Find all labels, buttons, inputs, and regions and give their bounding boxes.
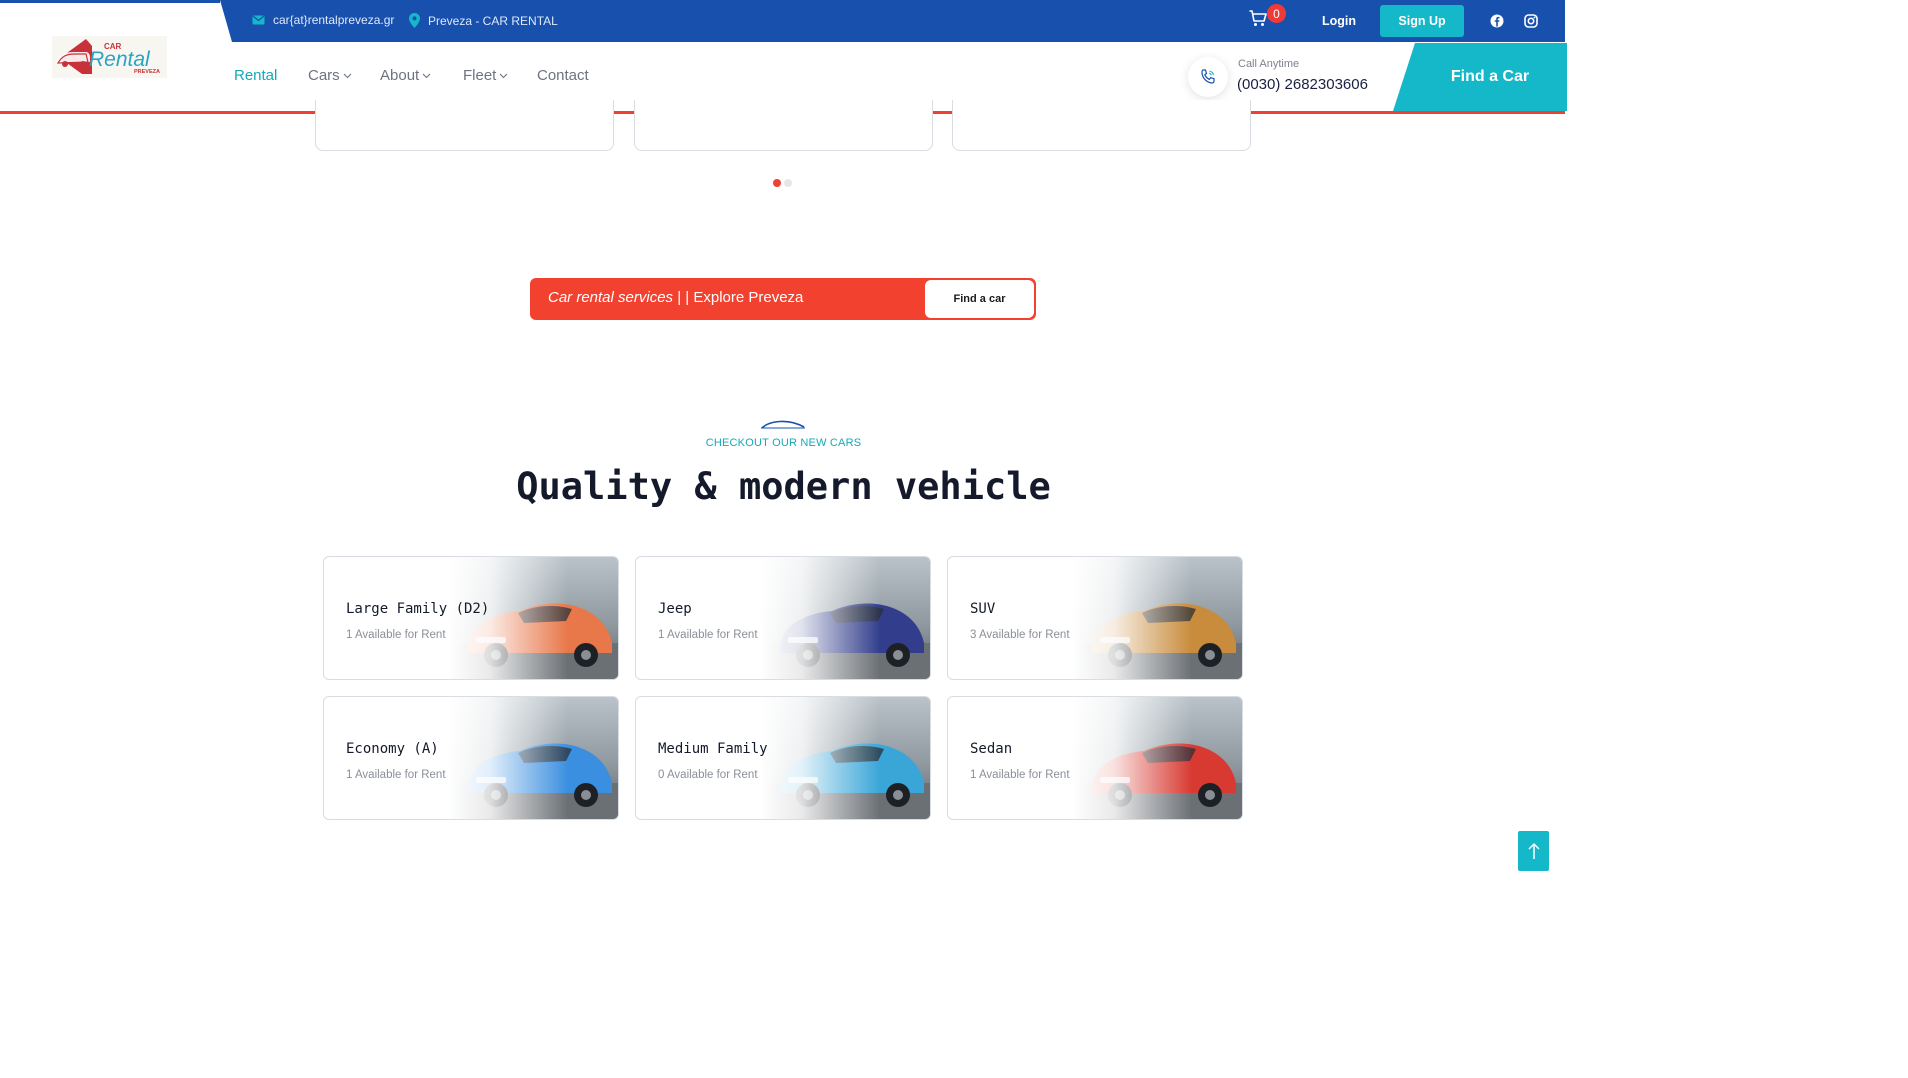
- nav-about-label: About: [380, 67, 420, 84]
- nav-about[interactable]: About: [380, 67, 431, 84]
- chevron-down-icon: [343, 73, 352, 79]
- category-availability: 1 Available for Rent: [658, 629, 758, 641]
- nav-contact-label: Contact: [537, 67, 589, 84]
- category-availability: 3 Available for Rent: [970, 629, 1070, 641]
- card-image-fade: [1072, 697, 1192, 819]
- review-card: [315, 100, 614, 151]
- nav-rental[interactable]: Rental: [234, 67, 277, 84]
- category-name: Sedan: [970, 741, 1013, 757]
- call-phone-number[interactable]: (0030) 2682303606: [1237, 76, 1368, 93]
- card-image-fade: [760, 557, 880, 679]
- call-anytime-label: Call Anytime: [1238, 58, 1300, 70]
- nav-cars[interactable]: Cars: [308, 67, 352, 84]
- card-image-fade: [760, 697, 880, 819]
- category-card[interactable]: Sedan 1 Available for Rent: [947, 696, 1243, 820]
- card-image-fade: [448, 697, 568, 819]
- car-silhouette-icon: [761, 420, 805, 429]
- category-card[interactable]: Medium Family 0 Available for Rent: [635, 696, 931, 820]
- promo-find-car-button[interactable]: Find a car: [925, 280, 1034, 318]
- topbar-email[interactable]: car{at}rentalpreveza.gr: [252, 13, 394, 27]
- nav-rental-label: Rental: [234, 67, 278, 84]
- review-card: [634, 100, 933, 151]
- card-image-fade: [1072, 557, 1192, 679]
- category-name: Medium Family: [658, 741, 768, 757]
- card-image-fade: [448, 557, 568, 679]
- promo-italic-text: Car rental services: [548, 289, 674, 306]
- section-title: Quality & modern vehicle: [516, 465, 1051, 508]
- svg-text:Rental: Rental: [89, 48, 151, 71]
- cart-button[interactable]: [1249, 10, 1269, 30]
- cart-count-badge: 0: [1267, 4, 1286, 23]
- login-link[interactable]: Login: [1322, 14, 1356, 28]
- carousel-dot[interactable]: [784, 179, 792, 187]
- category-availability: 1 Available for Rent: [346, 629, 446, 641]
- map-pin-icon: [409, 13, 420, 28]
- scroll-to-top-button[interactable]: [1518, 831, 1549, 871]
- category-name: Large Family (D2): [346, 601, 490, 617]
- svg-text:PREVEZA: PREVEZA: [134, 69, 160, 75]
- instagram-icon[interactable]: [1523, 13, 1539, 29]
- section-kicker: CHECKOUT OUR NEW CARS: [705, 437, 862, 449]
- review-card: [952, 100, 1251, 151]
- car-rental-logo-icon: CAR Rental PREVEZA: [52, 36, 167, 78]
- phone-call-button[interactable]: [1188, 57, 1228, 97]
- category-card[interactable]: Jeep 1 Available for Rent: [635, 556, 931, 680]
- chevron-down-icon: [499, 73, 508, 79]
- nav-fleet-label: Fleet: [463, 67, 497, 84]
- carousel-dot-active[interactable]: [773, 179, 781, 187]
- topbar-location-text: Preveza - CAR RENTAL: [428, 13, 558, 28]
- topbar-email-text[interactable]: car{at}rentalpreveza.gr: [273, 13, 394, 27]
- find-a-car-button[interactable]: Find a Car: [1393, 43, 1567, 111]
- category-availability: 0 Available for Rent: [658, 769, 758, 781]
- nav-cars-label: Cars: [308, 67, 340, 84]
- promo-text: Car rental services | | Explore Preveza: [548, 289, 803, 306]
- category-availability: 1 Available for Rent: [970, 769, 1070, 781]
- category-card[interactable]: SUV 3 Available for Rent: [947, 556, 1243, 680]
- category-card[interactable]: Economy (A) 1 Available for Rent: [323, 696, 619, 820]
- promo-explore-text: | | Explore Preveza: [673, 289, 804, 306]
- arrow-up-icon: [1527, 842, 1540, 859]
- nav-fleet[interactable]: Fleet: [463, 67, 508, 84]
- category-availability: 1 Available for Rent: [346, 769, 446, 781]
- category-name: Economy (A): [346, 741, 439, 757]
- mail-icon: [252, 15, 265, 25]
- site-logo[interactable]: CAR Rental PREVEZA: [52, 36, 167, 78]
- signup-button[interactable]: Sign Up: [1380, 5, 1464, 37]
- category-name: SUV: [970, 601, 996, 617]
- category-name: Jeep: [658, 601, 692, 617]
- facebook-icon[interactable]: [1489, 13, 1505, 29]
- phone-icon: [1201, 69, 1215, 84]
- chevron-down-icon: [422, 73, 431, 79]
- topbar-location: Preveza - CAR RENTAL: [409, 13, 558, 28]
- cart-icon: [1249, 10, 1267, 26]
- category-card[interactable]: Large Family (D2) 1 Available for Rent: [323, 556, 619, 680]
- nav-contact[interactable]: Contact: [537, 67, 589, 84]
- topbar-edge: [0, 0, 220, 3]
